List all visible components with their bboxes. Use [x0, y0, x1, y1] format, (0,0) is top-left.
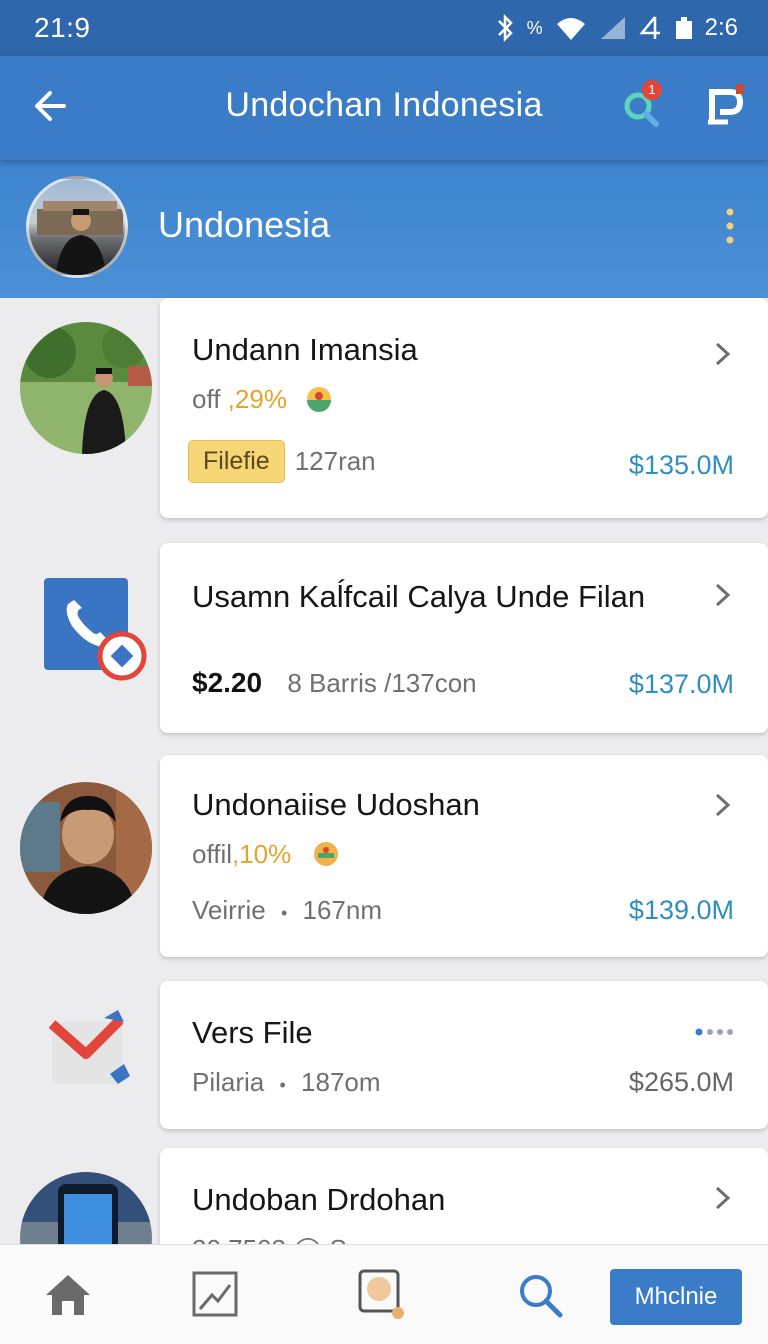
- profile-avatar[interactable]: [26, 176, 128, 278]
- wifi-icon: [556, 18, 585, 40]
- chevron-right-icon[interactable]: [710, 342, 734, 366]
- list-item[interactable]: Undann Imansia off ,29% Filefie 127ran $…: [160, 298, 768, 518]
- profile-name: Undonesia: [158, 204, 331, 245]
- mail-app-icon: [48, 1006, 132, 1090]
- search-icon[interactable]: [514, 1269, 566, 1321]
- meta-line: Veirrie • 167nm: [192, 895, 382, 926]
- chevron-right-icon[interactable]: [710, 1186, 734, 1210]
- flag-badge-icon: [307, 387, 332, 412]
- bottom-nav: Mhclnie: [0, 1244, 768, 1344]
- status-icons: % 2:6: [495, 14, 738, 42]
- meta-separator: •: [280, 903, 288, 923]
- meta-line: $2.20 8 Barris /137con: [192, 667, 477, 699]
- category-chip[interactable]: Filefie: [188, 440, 285, 483]
- network-icon: [638, 16, 660, 39]
- status-bar: 21:9 % 2:6: [0, 0, 768, 56]
- discount-value: ,29%: [227, 384, 287, 414]
- item-title: Undoban Drdohan: [192, 1182, 446, 1217]
- bottom-cta-button[interactable]: Mhclnie: [610, 1269, 742, 1325]
- item-thumbnail: [20, 782, 152, 914]
- discount-line: offil,10%: [192, 839, 339, 870]
- person-photo-icon: [20, 782, 152, 914]
- discount-prefix: off: [192, 384, 228, 414]
- meta-separator: •: [279, 1075, 286, 1095]
- item-title: Usamn Kaĺfcail Calya Unde Filan: [192, 579, 646, 614]
- discount-prefix: offil: [192, 839, 232, 869]
- list-item[interactable]: Vers File Pilaria • 187om $265.0M: [160, 981, 768, 1129]
- list-item[interactable]: Usamn Kaĺfcail Calya Unde Filan $2.20 8 …: [160, 543, 768, 733]
- chevron-right-icon[interactable]: [710, 793, 734, 817]
- discount-line: off ,29%: [192, 384, 332, 415]
- park-photo-icon: [20, 322, 152, 454]
- item-title: Undonaiise Udoshan: [192, 787, 480, 822]
- status-time: 21:9: [34, 12, 91, 43]
- list-item[interactable]: Undonaiise Udoshan offil,10% Veirrie • 1…: [160, 755, 768, 957]
- item-meta-left: Pilaria: [192, 1067, 265, 1097]
- item-thumbnail: [20, 322, 152, 454]
- item-meta: 8 Barris /137con: [287, 668, 477, 698]
- item-title: Undann Imansia: [192, 332, 418, 367]
- more-vert-icon[interactable]: [722, 206, 738, 246]
- flag-badge-icon: [313, 842, 338, 866]
- discount-value: ,10%: [232, 839, 292, 869]
- battery-text: 2:6: [704, 14, 738, 41]
- item-meta-right: 167nm: [302, 895, 382, 925]
- bluetooth-icon: [497, 14, 513, 42]
- battery-icon: [675, 17, 692, 39]
- profile-header: Undonesia: [0, 160, 768, 298]
- app-bar: Undochan Indonesia 1: [0, 56, 768, 160]
- item-meta: 127ran: [294, 446, 376, 476]
- item-meta-right: 187om: [301, 1067, 381, 1097]
- signal-text: %: [526, 17, 543, 38]
- item-price: $139.0M: [628, 895, 734, 925]
- item-title: Vers File: [192, 1015, 313, 1050]
- item-meta-left: Veirrie: [192, 895, 266, 925]
- chevron-right-icon[interactable]: [710, 583, 734, 607]
- chart-icon[interactable]: [190, 1269, 242, 1321]
- item-amount: $2.20: [192, 667, 263, 698]
- item-price: $135.0M: [628, 450, 734, 480]
- phone-app-icon: [42, 576, 150, 682]
- profile-card-icon[interactable]: [356, 1269, 408, 1321]
- item-price: $265.0M: [628, 1067, 734, 1097]
- more-horiz-icon[interactable]: [694, 1027, 736, 1037]
- profile-p-icon[interactable]: [706, 82, 746, 126]
- meta-line: Pilaria • 187om: [192, 1067, 381, 1098]
- meta-line: Filefie 127ran: [188, 440, 376, 483]
- person-photo-icon: [37, 201, 123, 275]
- cell-signal-icon: [600, 17, 625, 39]
- home-icon[interactable]: [42, 1269, 94, 1321]
- notification-badge: 1: [642, 80, 662, 100]
- item-price: $137.0M: [628, 669, 734, 699]
